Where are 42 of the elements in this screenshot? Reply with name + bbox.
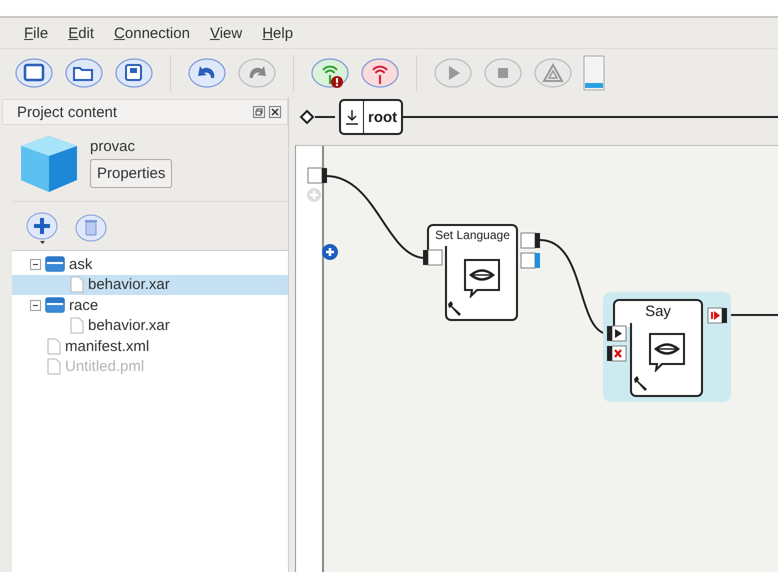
menu-item[interactable]: Help	[252, 24, 304, 42]
file-icon	[70, 276, 84, 294]
file-icon	[47, 338, 61, 355]
menu-item[interactable]: Connection	[104, 24, 200, 42]
wrench-icon[interactable]	[632, 375, 648, 391]
menu-item[interactable]: Edit	[58, 24, 104, 42]
save-button[interactable]	[114, 56, 154, 90]
tree-item[interactable]: race	[12, 295, 288, 316]
project-name: provac	[90, 138, 136, 155]
window-button[interactable]	[14, 56, 54, 90]
port-icon[interactable]	[423, 249, 443, 266]
breadcrumb[interactable]: root	[339, 99, 404, 135]
port-icon[interactable]	[520, 232, 540, 249]
properties-button[interactable]: Properties	[90, 159, 172, 188]
float-icon[interactable]	[253, 106, 265, 118]
collapse-icon[interactable]	[30, 300, 41, 311]
tree-item[interactable]: manifest.xml	[12, 336, 288, 356]
undo-button[interactable]	[187, 56, 227, 90]
cube-icon	[18, 133, 80, 195]
folder-icon	[45, 256, 65, 272]
stop-port-icon[interactable]	[607, 345, 627, 362]
file-icon	[70, 317, 84, 334]
output-port-icon[interactable]	[307, 167, 327, 184]
folder-icon	[45, 297, 65, 314]
menu-item[interactable]: View	[200, 24, 252, 42]
wifi-warning-button[interactable]	[310, 56, 350, 90]
antenna-button[interactable]	[360, 56, 400, 90]
collapse-icon[interactable]	[30, 258, 41, 270]
battery-icon	[583, 55, 605, 91]
panel-title: Project content	[17, 104, 118, 120]
file-icon	[47, 358, 61, 376]
wrench-icon[interactable]	[446, 300, 462, 316]
input-port-icon[interactable]	[607, 325, 627, 342]
tree-item[interactable]: ask	[12, 254, 288, 274]
add-icon[interactable]	[322, 244, 338, 260]
output-port-icon[interactable]	[707, 307, 727, 324]
tree-item[interactable]: behavior.xar	[12, 274, 288, 295]
down-arrow-icon	[345, 109, 359, 125]
menu-item[interactable]: File	[14, 24, 58, 42]
folder-button[interactable]	[64, 56, 104, 90]
close-icon[interactable]	[269, 106, 281, 118]
tree-item[interactable]: behavior.xar	[12, 316, 288, 336]
